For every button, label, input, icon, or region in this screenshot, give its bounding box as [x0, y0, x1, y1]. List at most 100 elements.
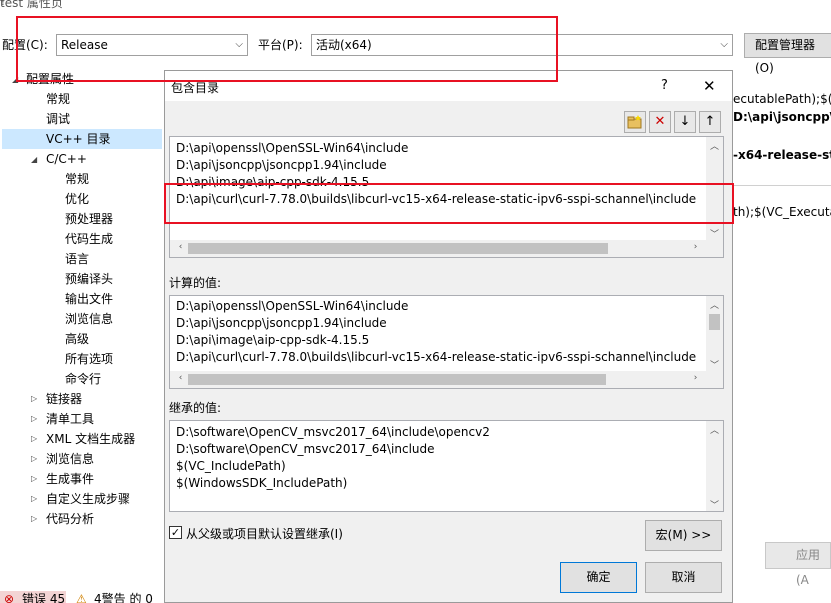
- tree-item-label: VC++ 目录: [46, 132, 111, 146]
- tree-item-manifest-tool[interactable]: 清单工具: [46, 409, 94, 429]
- inherited-value-line: $(VC_IncludePath): [176, 459, 286, 473]
- new-line-button[interactable]: [624, 111, 646, 133]
- config-manager-button[interactable]: 配置管理器(O): [744, 33, 831, 75]
- close-icon[interactable]: ✕: [703, 77, 716, 95]
- tree-item-debugging[interactable]: 调试: [46, 109, 70, 129]
- tree-item-general[interactable]: 常规: [46, 89, 70, 109]
- move-down-button[interactable]: ↓: [674, 111, 696, 133]
- tree-item-code-generation[interactable]: 代码生成: [65, 229, 113, 249]
- tree-item-custom-build-step[interactable]: 自定义生成步骤: [46, 489, 130, 509]
- tree-item-xml-doc-generator[interactable]: XML 文档生成器: [46, 429, 135, 449]
- bg-value-include-path: D:\api\jsoncpp\js: [733, 110, 831, 124]
- expand-triangle-icon[interactable]: ▷: [31, 514, 37, 523]
- scroll-up-icon[interactable]: ︿: [706, 423, 723, 436]
- tree-item-vc-directories[interactable]: VC++ 目录: [2, 129, 162, 149]
- warnings-count: 4警告 的 0: [94, 592, 153, 603]
- scroll-left-icon[interactable]: ‹: [172, 242, 189, 252]
- dialog-title: 包含目录: [171, 81, 220, 95]
- tree-root[interactable]: 配置属性: [26, 69, 74, 89]
- ok-button[interactable]: 确定: [560, 562, 637, 593]
- bg-value-source-path: th);$(VC_Executab: [733, 205, 831, 219]
- delete-line-button[interactable]: ✕: [649, 111, 671, 133]
- vertical-scrollbar[interactable]: ︿ ﹀: [706, 296, 723, 371]
- tree-item-output-files[interactable]: 输出文件: [65, 289, 113, 309]
- scroll-down-icon[interactable]: ﹀: [706, 227, 723, 240]
- expand-triangle-icon[interactable]: ▷: [31, 394, 37, 403]
- inherited-values-label: 继承的值:: [169, 401, 222, 415]
- expand-triangle-icon[interactable]: ▷: [31, 434, 37, 443]
- tree-item-cpp[interactable]: C/C++: [46, 149, 87, 169]
- scroll-thumb[interactable]: [709, 314, 720, 330]
- computed-value-line: D:\api\image\aip-cpp-sdk-4.15.5: [176, 333, 370, 347]
- divider: [733, 185, 831, 186]
- computed-value-line: D:\api\openssl\OpenSSL-Win64\include: [176, 299, 409, 313]
- include-dir-line[interactable]: D:\api\curl\curl-7.78.0\builds\libcurl-v…: [176, 191, 696, 208]
- vertical-scrollbar[interactable]: ︿ ﹀: [706, 137, 723, 240]
- config-label: 配置(C):: [2, 38, 48, 52]
- tree-item-linker[interactable]: 链接器: [46, 389, 82, 409]
- scroll-up-icon[interactable]: ︿: [706, 139, 723, 152]
- warning-icon: ⚠: [76, 592, 87, 603]
- inherit-checkbox-label: 从父级或项目默认设置继承(I): [186, 527, 343, 541]
- error-icon: ⊗: [4, 592, 15, 603]
- platform-value: 活动(x64): [316, 38, 372, 52]
- include-dir-line[interactable]: D:\api\openssl\OpenSSL-Win64\include: [176, 140, 408, 157]
- include-dirs-editor[interactable]: D:\api\openssl\OpenSSL-Win64\include D:\…: [169, 136, 724, 258]
- warnings-indicator[interactable]: ⚠ 4警告 的 0: [70, 591, 170, 603]
- scroll-down-icon[interactable]: ﹀: [706, 498, 723, 511]
- config-value: Release: [61, 38, 108, 52]
- expand-triangle-icon[interactable]: ▷: [31, 474, 37, 483]
- apply-button[interactable]: 应用(A: [765, 542, 831, 587]
- dialog-title-bar: 包含目录 ? ✕: [165, 71, 732, 101]
- scroll-right-icon[interactable]: ›: [687, 242, 704, 252]
- expand-triangle-icon[interactable]: ▷: [31, 414, 37, 423]
- scroll-down-icon[interactable]: ﹀: [706, 358, 723, 371]
- horizontal-scrollbar[interactable]: ‹ ›: [170, 371, 706, 388]
- collapse-triangle-icon[interactable]: ◢: [31, 155, 37, 164]
- scroll-left-icon[interactable]: ‹: [172, 373, 189, 383]
- inherit-checkbox[interactable]: ✓: [169, 526, 182, 539]
- tree-item-language[interactable]: 语言: [65, 249, 89, 269]
- scroll-up-icon[interactable]: ︿: [706, 298, 723, 311]
- tree-item-browse-info-2[interactable]: 浏览信息: [46, 449, 94, 469]
- macro-button[interactable]: 宏(M) >>: [645, 520, 722, 551]
- tree-item-preprocessor[interactable]: 预处理器: [65, 209, 113, 229]
- tree-item-optimization[interactable]: 优化: [65, 189, 89, 209]
- include-dir-line[interactable]: D:\api\image\aip-cpp-sdk-4.15.5: [176, 174, 369, 191]
- arrow-down-icon: ↓: [679, 114, 691, 129]
- scroll-thumb[interactable]: [188, 243, 608, 254]
- config-select[interactable]: Release ⌵: [56, 34, 248, 56]
- expand-triangle-icon[interactable]: ▷: [31, 454, 37, 463]
- tree-item-code-analysis[interactable]: 代码分析: [46, 509, 94, 529]
- tree-item-command-line[interactable]: 命令行: [65, 369, 101, 389]
- tree-item-build-events[interactable]: 生成事件: [46, 469, 94, 489]
- inherited-value-line: D:\software\OpenCV_msvc2017_64\include\o…: [176, 425, 490, 439]
- delete-x-icon: ✕: [654, 114, 666, 129]
- move-up-button[interactable]: ↑: [699, 111, 721, 133]
- bg-value-lib-path: -x64-release-stat: [733, 148, 831, 162]
- arrow-up-icon: ↑: [704, 114, 716, 129]
- tree-item-all-options[interactable]: 所有选项: [65, 349, 113, 369]
- inherit-checkbox-row[interactable]: ✓ 从父级或项目默认设置继承(I): [169, 525, 369, 541]
- tree-item-browse-info[interactable]: 浏览信息: [65, 309, 113, 329]
- include-dir-line[interactable]: D:\api\jsoncpp\jsoncpp1.94\include: [176, 157, 387, 174]
- help-icon[interactable]: ?: [0, 0, 803, 8]
- collapse-triangle-icon[interactable]: ◢: [12, 75, 18, 84]
- tree-item-precompiled-headers[interactable]: 预编译头: [65, 269, 113, 289]
- scroll-thumb[interactable]: [188, 374, 606, 385]
- chevron-down-icon: ⌵: [235, 39, 243, 50]
- horizontal-scrollbar[interactable]: ‹ ›: [170, 240, 706, 257]
- errors-indicator[interactable]: ⊗ 错误 45: [0, 591, 66, 603]
- vertical-scrollbar[interactable]: ︿ ﹀: [706, 421, 723, 511]
- platform-select[interactable]: 活动(x64) ⌵: [311, 34, 733, 56]
- inherited-values-list: D:\software\OpenCV_msvc2017_64\include\o…: [169, 420, 724, 512]
- bg-value-executable-path: ecutablePath);$(V: [733, 92, 831, 106]
- cancel-button[interactable]: 取消: [645, 562, 722, 593]
- tree-item-advanced[interactable]: 高级: [65, 329, 89, 349]
- scroll-right-icon[interactable]: ›: [687, 373, 704, 383]
- help-icon[interactable]: ?: [661, 78, 668, 93]
- tree-item-cpp-general[interactable]: 常规: [65, 169, 89, 189]
- inherited-value-line: $(WindowsSDK_IncludePath): [176, 476, 348, 490]
- inherited-value-line: D:\software\OpenCV_msvc2017_64\include: [176, 442, 435, 456]
- expand-triangle-icon[interactable]: ▷: [31, 494, 37, 503]
